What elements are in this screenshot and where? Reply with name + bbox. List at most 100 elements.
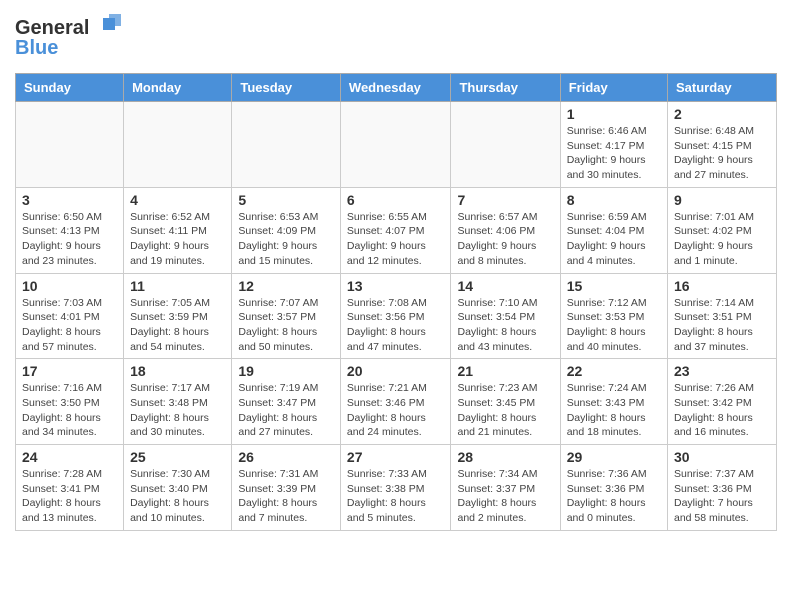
svg-text:General: General	[15, 17, 89, 39]
day-info: Sunrise: 7:17 AM Sunset: 3:48 PM Dayligh…	[130, 381, 225, 440]
calendar-cell: 22 Sunrise: 7:24 AM Sunset: 3:43 PM Dayli…	[560, 359, 667, 445]
day-info: Sunrise: 7:36 AM Sunset: 3:36 PM Dayligh…	[567, 467, 661, 526]
day-info: Sunrise: 6:59 AM Sunset: 4:04 PM Dayligh…	[567, 210, 661, 269]
day-number: 13	[347, 278, 445, 294]
day-number: 5	[238, 192, 334, 208]
calendar-cell: 14Sunrise: 7:10 AM Sunset: 3:54 PM Dayli…	[451, 273, 560, 359]
week-row-4: 17Sunrise: 7:16 AM Sunset: 3:50 PM Dayli…	[16, 359, 777, 445]
day-number: 23	[674, 363, 770, 379]
day-number: 24	[22, 449, 117, 465]
weekday-header-row: SundayMondayTuesdayWednesdayThursdayFrid…	[16, 74, 777, 102]
day-info: Sunrise: 7:05 AM Sunset: 3:59 PM Dayligh…	[130, 296, 225, 355]
calendar-cell: 1 Sunrise: 6:46 AM Sunset: 4:17 PM Daylig…	[560, 102, 667, 188]
day-number: 9	[674, 192, 770, 208]
day-info: Sunrise: 7:28 AM Sunset: 3:41 PM Dayligh…	[22, 467, 117, 526]
day-number: 16	[674, 278, 770, 294]
calendar-cell: 30 Sunrise: 7:37 AM Sunset: 3:36 PM Dayli…	[668, 445, 777, 531]
day-number: 22	[567, 363, 661, 379]
calendar-cell: 28Sunrise: 7:34 AM Sunset: 3:37 PM Dayli…	[451, 445, 560, 531]
day-number: 1	[567, 106, 661, 122]
day-number: 6	[347, 192, 445, 208]
calendar-cell: 15 Sunrise: 7:12 AM Sunset: 3:53 PM Dayli…	[560, 273, 667, 359]
calendar-cell: 25 Sunrise: 7:30 AM Sunset: 3:40 PM Dayli…	[124, 445, 232, 531]
calendar-cell: 16 Sunrise: 7:14 AM Sunset: 3:51 PM Dayli…	[668, 273, 777, 359]
day-info: Sunrise: 6:53 AM Sunset: 4:09 PM Dayligh…	[238, 210, 334, 269]
day-info: Sunrise: 7:16 AM Sunset: 3:50 PM Dayligh…	[22, 381, 117, 440]
day-info: Sunrise: 7:26 AM Sunset: 3:42 PM Dayligh…	[674, 381, 770, 440]
day-info: Sunrise: 7:23 AM Sunset: 3:45 PM Dayligh…	[457, 381, 553, 440]
week-row-5: 24 Sunrise: 7:28 AM Sunset: 3:41 PM Dayli…	[16, 445, 777, 531]
calendar-cell: 17Sunrise: 7:16 AM Sunset: 3:50 PM Dayli…	[16, 359, 124, 445]
calendar-cell: 9 Sunrise: 7:01 AM Sunset: 4:02 PM Daylig…	[668, 187, 777, 273]
day-number: 15	[567, 278, 661, 294]
calendar-cell: 21 Sunrise: 7:23 AM Sunset: 3:45 PM Dayli…	[451, 359, 560, 445]
week-row-1: 1 Sunrise: 6:46 AM Sunset: 4:17 PM Daylig…	[16, 102, 777, 188]
calendar-cell: 4 Sunrise: 6:52 AM Sunset: 4:11 PM Daylig…	[124, 187, 232, 273]
logo-text: General Blue	[15, 10, 125, 65]
day-number: 30	[674, 449, 770, 465]
calendar-cell	[124, 102, 232, 188]
day-number: 14	[457, 278, 553, 294]
day-number: 26	[238, 449, 334, 465]
calendar-table: SundayMondayTuesdayWednesdayThursdayFrid…	[15, 73, 777, 531]
calendar-cell: 2Sunrise: 6:48 AM Sunset: 4:15 PM Daylig…	[668, 102, 777, 188]
weekday-header-thursday: Thursday	[451, 74, 560, 102]
day-info: Sunrise: 7:19 AM Sunset: 3:47 PM Dayligh…	[238, 381, 334, 440]
day-number: 8	[567, 192, 661, 208]
day-info: Sunrise: 7:21 AM Sunset: 3:46 PM Dayligh…	[347, 381, 445, 440]
calendar-cell: 7 Sunrise: 6:57 AM Sunset: 4:06 PM Daylig…	[451, 187, 560, 273]
weekday-header-tuesday: Tuesday	[232, 74, 341, 102]
weekday-header-friday: Friday	[560, 74, 667, 102]
week-row-3: 10 Sunrise: 7:03 AM Sunset: 4:01 PM Dayli…	[16, 273, 777, 359]
day-info: Sunrise: 6:50 AM Sunset: 4:13 PM Dayligh…	[22, 210, 117, 269]
weekday-header-wednesday: Wednesday	[340, 74, 451, 102]
calendar-cell: 3 Sunrise: 6:50 AM Sunset: 4:13 PM Daylig…	[16, 187, 124, 273]
calendar-cell	[16, 102, 124, 188]
day-info: Sunrise: 7:07 AM Sunset: 3:57 PM Dayligh…	[238, 296, 334, 355]
calendar-cell: 8 Sunrise: 6:59 AM Sunset: 4:04 PM Daylig…	[560, 187, 667, 273]
day-number: 29	[567, 449, 661, 465]
logo: General Blue	[15, 10, 125, 65]
day-info: Sunrise: 6:55 AM Sunset: 4:07 PM Dayligh…	[347, 210, 445, 269]
day-info: Sunrise: 7:34 AM Sunset: 3:37 PM Dayligh…	[457, 467, 553, 526]
day-info: Sunrise: 7:14 AM Sunset: 3:51 PM Dayligh…	[674, 296, 770, 355]
calendar-cell: 26Sunrise: 7:31 AM Sunset: 3:39 PM Dayli…	[232, 445, 341, 531]
calendar-cell: 18Sunrise: 7:17 AM Sunset: 3:48 PM Dayli…	[124, 359, 232, 445]
day-info: Sunrise: 6:57 AM Sunset: 4:06 PM Dayligh…	[457, 210, 553, 269]
day-info: Sunrise: 7:01 AM Sunset: 4:02 PM Dayligh…	[674, 210, 770, 269]
day-number: 27	[347, 449, 445, 465]
calendar-cell: 13Sunrise: 7:08 AM Sunset: 3:56 PM Dayli…	[340, 273, 451, 359]
day-number: 25	[130, 449, 225, 465]
day-number: 3	[22, 192, 117, 208]
day-number: 7	[457, 192, 553, 208]
day-info: Sunrise: 6:46 AM Sunset: 4:17 PM Dayligh…	[567, 124, 661, 183]
day-info: Sunrise: 7:30 AM Sunset: 3:40 PM Dayligh…	[130, 467, 225, 526]
day-info: Sunrise: 7:03 AM Sunset: 4:01 PM Dayligh…	[22, 296, 117, 355]
week-row-2: 3 Sunrise: 6:50 AM Sunset: 4:13 PM Daylig…	[16, 187, 777, 273]
day-number: 10	[22, 278, 117, 294]
weekday-header-saturday: Saturday	[668, 74, 777, 102]
day-info: Sunrise: 7:33 AM Sunset: 3:38 PM Dayligh…	[347, 467, 445, 526]
day-info: Sunrise: 7:12 AM Sunset: 3:53 PM Dayligh…	[567, 296, 661, 355]
calendar-cell: 6 Sunrise: 6:55 AM Sunset: 4:07 PM Daylig…	[340, 187, 451, 273]
page-container: General Blue SundayMondayTuesdayWednesda…	[0, 0, 792, 541]
weekday-header-sunday: Sunday	[16, 74, 124, 102]
calendar-cell: 11 Sunrise: 7:05 AM Sunset: 3:59 PM Dayli…	[124, 273, 232, 359]
calendar-cell: 23 Sunrise: 7:26 AM Sunset: 3:42 PM Dayli…	[668, 359, 777, 445]
calendar-cell: 20Sunrise: 7:21 AM Sunset: 3:46 PM Dayli…	[340, 359, 451, 445]
day-info: Sunrise: 7:24 AM Sunset: 3:43 PM Dayligh…	[567, 381, 661, 440]
calendar-cell: 24 Sunrise: 7:28 AM Sunset: 3:41 PM Dayli…	[16, 445, 124, 531]
day-number: 4	[130, 192, 225, 208]
svg-text:Blue: Blue	[15, 37, 58, 59]
day-info: Sunrise: 6:48 AM Sunset: 4:15 PM Dayligh…	[674, 124, 770, 183]
day-info: Sunrise: 6:52 AM Sunset: 4:11 PM Dayligh…	[130, 210, 225, 269]
day-info: Sunrise: 7:37 AM Sunset: 3:36 PM Dayligh…	[674, 467, 770, 526]
calendar-cell	[451, 102, 560, 188]
day-number: 21	[457, 363, 553, 379]
calendar-cell	[232, 102, 341, 188]
calendar-cell: 19Sunrise: 7:19 AM Sunset: 3:47 PM Dayli…	[232, 359, 341, 445]
calendar-cell	[340, 102, 451, 188]
calendar-cell: 5 Sunrise: 6:53 AM Sunset: 4:09 PM Daylig…	[232, 187, 341, 273]
weekday-header-monday: Monday	[124, 74, 232, 102]
day-number: 11	[130, 278, 225, 294]
